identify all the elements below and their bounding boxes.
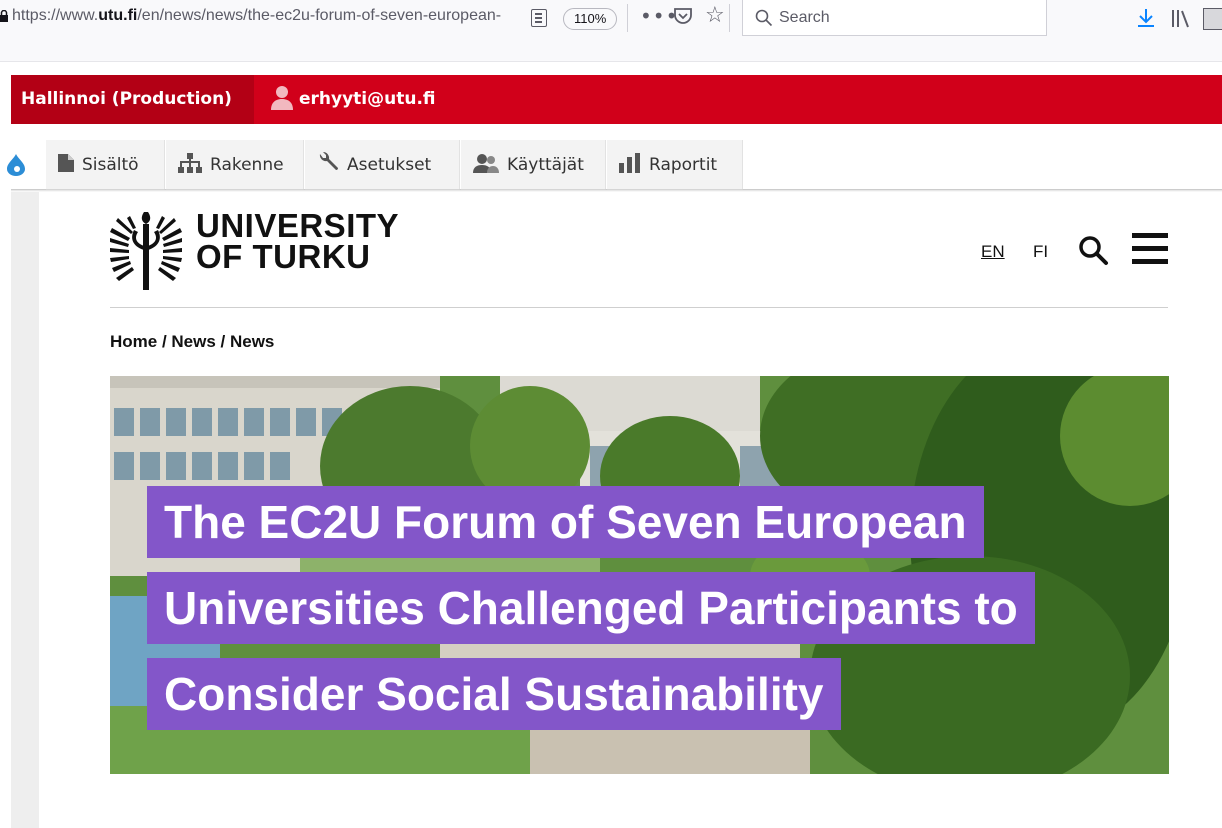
search-input[interactable]: Search (742, 0, 1047, 36)
url-prefix: https://www. (12, 7, 99, 24)
manage-tab[interactable]: Hallinnoi (Production) (11, 75, 254, 124)
url-path: /en/news/news/the-ec2u-forum-of-seven-eu… (137, 7, 502, 24)
hero-image: The EC2U Forum of Seven European Univers… (110, 376, 1169, 774)
file-icon (58, 154, 74, 172)
university-wordmark[interactable]: UNIVERSITY OF TURKU (196, 207, 400, 275)
language-en-link[interactable]: EN (981, 242, 1005, 262)
library-icon[interactable] (1170, 8, 1192, 28)
tray-item-structure[interactable]: Rakenne (166, 140, 304, 190)
toolbar-separator (729, 4, 730, 32)
tray-item-reports[interactable]: Raportit (607, 140, 743, 190)
breadcrumb: Home / News / News (110, 332, 275, 351)
bar-chart-icon (619, 153, 640, 173)
zoom-level-badge[interactable]: 110% (563, 8, 618, 30)
tray-label: Asetukset (347, 155, 432, 175)
search-placeholder: Search (779, 9, 830, 26)
tray-item-people[interactable]: Käyttäjät (461, 140, 606, 190)
lock-icon[interactable] (0, 10, 8, 22)
drupal-drop-icon[interactable] (7, 154, 25, 176)
site-search-icon[interactable] (1077, 234, 1109, 266)
sidebar-icon[interactable] (1203, 8, 1222, 30)
tray-shadow (11, 189, 1222, 192)
browser-toolbar: https://www.utu.fi/en/news/news/the-ec2u… (0, 0, 1222, 62)
download-icon[interactable] (1137, 8, 1155, 28)
user-tab[interactable]: erhyyti@utu.fi (269, 75, 436, 124)
tray-item-content[interactable]: Sisältö (46, 140, 165, 190)
sitemap-icon (178, 153, 202, 173)
university-seal-icon[interactable] (110, 208, 182, 292)
reader-view-icon[interactable] (531, 9, 547, 27)
wrench-icon (319, 151, 338, 170)
people-icon (473, 154, 499, 173)
hero-title-line: Consider Social Sustainability (147, 658, 841, 730)
tray-label: Sisältö (82, 155, 139, 175)
search-icon (755, 9, 773, 27)
url-domain: utu.fi (98, 7, 138, 24)
user-email: erhyyti@utu.fi (299, 89, 436, 109)
admin-tray: Sisältö Rakenne Asetukset Käyttäjät Rapo… (7, 140, 1222, 190)
hero-title: The EC2U Forum of Seven European Univers… (147, 486, 1107, 744)
toolbar-separator (627, 4, 628, 32)
hero-title-line: Universities Challenged Participants to (147, 572, 1035, 644)
pocket-icon[interactable] (673, 6, 693, 26)
tray-label: Raportit (649, 155, 718, 175)
hamburger-menu-icon[interactable] (1132, 233, 1168, 265)
hero-title-line: The EC2U Forum of Seven European (147, 486, 984, 558)
bookmark-star-icon[interactable]: ☆ (705, 4, 725, 28)
header-divider (110, 307, 1168, 308)
admin-toolbar: Hallinnoi (Production) erhyyti@utu.fi (11, 75, 1222, 124)
page-gutter (11, 192, 39, 828)
user-icon (271, 86, 293, 110)
tray-label: Rakenne (210, 155, 284, 175)
logo-line-1: UNIVERSITY (196, 207, 400, 244)
logo-line-2: OF TURKU (196, 238, 371, 275)
tray-label: Käyttäjät (507, 155, 584, 175)
tray-item-configuration[interactable]: Asetukset (305, 140, 460, 190)
url-field[interactable]: https://www.utu.fi/en/news/news/the-ec2u… (12, 7, 522, 25)
language-fi-link[interactable]: FI (1033, 242, 1048, 262)
